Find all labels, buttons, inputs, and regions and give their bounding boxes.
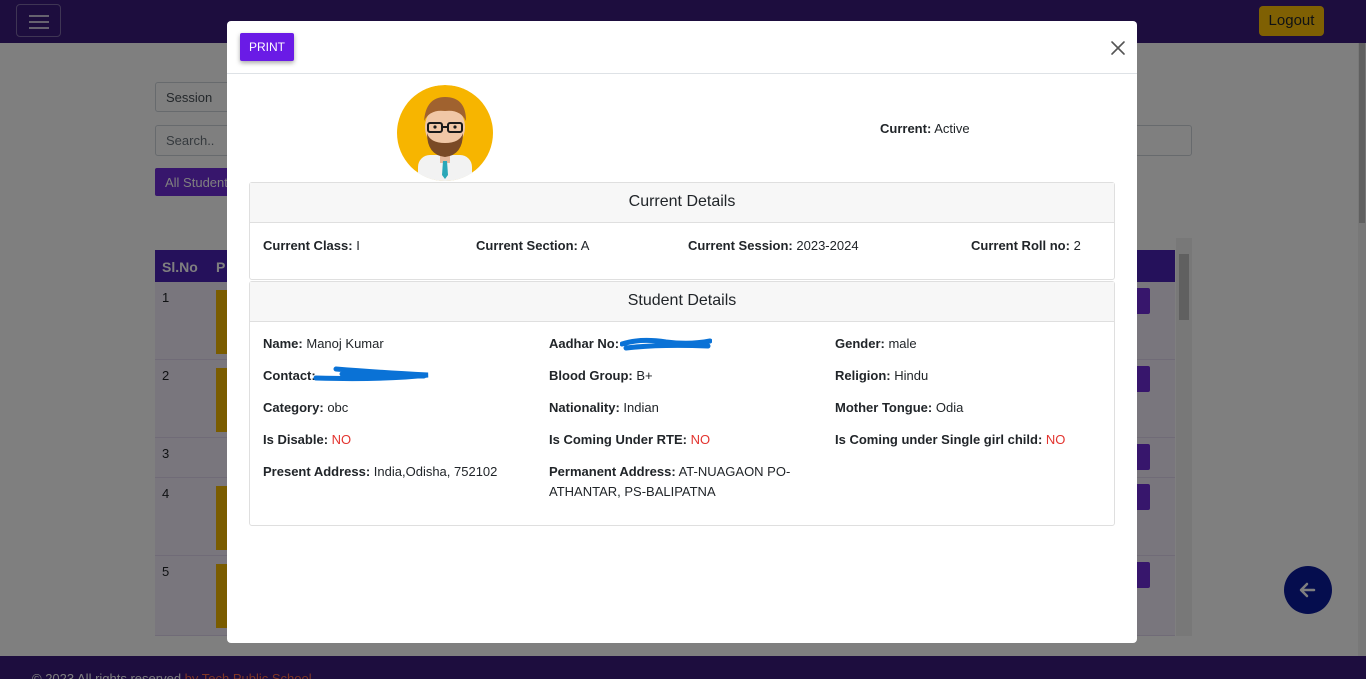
religion-value: Hindu (894, 368, 929, 383)
avatar (396, 85, 494, 181)
blood-group-label: Blood Group: (549, 368, 633, 383)
name-value: Manoj Kumar (306, 336, 384, 351)
single-girl-value: NO (1045, 432, 1066, 447)
present-address-value: India,Odisha, 752102 (373, 464, 498, 479)
is-disable-value: NO (331, 432, 352, 447)
student-details-card: Student Details Name: Manoj Kumar Aadhar… (249, 281, 1115, 526)
student-name: Name: Manoj Kumar (263, 334, 384, 354)
is-disable: Is Disable: NO (263, 430, 351, 450)
current-details-title: Current Details (250, 183, 1114, 223)
current-section-value: A (580, 238, 590, 253)
status-value: Active (934, 121, 970, 136)
rte: Is Coming Under RTE: NO (549, 430, 710, 450)
permanent-address-label: Permanent Address: (549, 464, 676, 479)
close-button[interactable] (1107, 37, 1129, 59)
category-value: obc (327, 400, 349, 415)
blood-group: Blood Group: B+ (549, 366, 653, 386)
gender: Gender: male (835, 334, 917, 354)
current-details-card: Current Details Current Class: I Current… (249, 182, 1115, 280)
name-label: Name: (263, 336, 303, 351)
category: Category: obc (263, 398, 348, 418)
gender-value: male (888, 336, 917, 351)
nationality: Nationality: Indian (549, 398, 659, 418)
present-address: Present Address: India,Odisha, 752102 (263, 462, 533, 482)
aadhar-label: Aadhar No: (549, 336, 620, 351)
contact-label: Contact: (263, 368, 316, 383)
single-girl-child: Is Coming under Single girl child: NO (835, 430, 1065, 450)
single-girl-label: Is Coming under Single girl child: (835, 432, 1043, 447)
status-label: Current: (880, 121, 932, 136)
contact: Contact: (263, 366, 316, 386)
is-disable-label: Is Disable: (263, 432, 329, 447)
nationality-value: Indian (623, 400, 659, 415)
present-address-label: Present Address: (263, 464, 371, 479)
rte-label: Is Coming Under RTE: (549, 432, 687, 447)
print-button[interactable]: PRINT (240, 33, 294, 61)
blood-group-value: B+ (636, 368, 653, 383)
current-class-label: Current Class: (263, 238, 353, 253)
gender-label: Gender: (835, 336, 885, 351)
permanent-address: Permanent Address: AT-NUAGAON PO-ATHANTA… (549, 462, 819, 502)
current-roll-label: Current Roll no: (971, 238, 1070, 253)
redaction-scribble (313, 366, 429, 382)
redaction-scribble (620, 337, 712, 351)
current-session: Current Session: 2023-2024 (688, 236, 859, 256)
nationality-label: Nationality: (549, 400, 620, 415)
mother-tongue-label: Mother Tongue: (835, 400, 933, 415)
rte-value: NO (690, 432, 711, 447)
current-session-label: Current Session: (688, 238, 793, 253)
religion: Religion: Hindu (835, 366, 928, 386)
close-icon (1111, 41, 1125, 55)
mother-tongue-value: Odia (935, 400, 964, 415)
student-details-title: Student Details (250, 282, 1114, 322)
current-roll: Current Roll no: 2 (971, 236, 1081, 256)
student-detail-modal: PRINT Current: Active Current Details Cu… (227, 21, 1137, 643)
current-section-label: Current Section: (476, 238, 578, 253)
current-roll-value: 2 (1073, 238, 1081, 253)
current-class: Current Class: I (263, 236, 360, 256)
mother-tongue: Mother Tongue: Odia (835, 398, 963, 418)
religion-label: Religion: (835, 368, 891, 383)
current-session-value: 2023-2024 (796, 238, 859, 253)
current-section: Current Section: A (476, 236, 589, 256)
status-text: Current: Active (880, 121, 970, 136)
modal-header: PRINT (227, 21, 1137, 74)
aadhar-no: Aadhar No: (549, 334, 619, 354)
current-class-value: I (356, 238, 360, 253)
category-label: Category: (263, 400, 324, 415)
